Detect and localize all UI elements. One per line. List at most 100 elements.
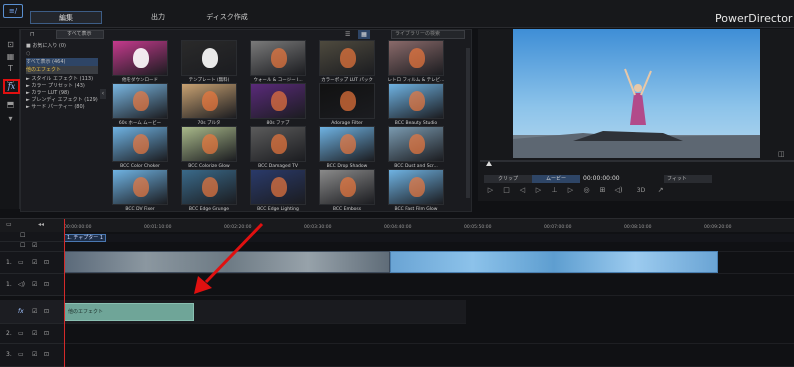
tab-disc-create[interactable]: ディスク作成 xyxy=(203,11,251,24)
effect-item[interactable]: BCC Damaged TV xyxy=(248,126,308,172)
effect-thumbnail xyxy=(319,40,375,76)
chapter-track-header: ☐ xyxy=(0,232,64,242)
import-icon[interactable]: ⊓ xyxy=(30,31,40,38)
effect-item[interactable]: 他をダウンロード xyxy=(110,40,170,86)
track-enable-checkbox[interactable]: ☑ xyxy=(32,330,37,337)
track-lock-icon[interactable]: ⊡ xyxy=(44,330,49,337)
fast-forward-icon[interactable]: ▷ xyxy=(566,186,575,195)
timeline-mode-icon[interactable]: ▭ xyxy=(6,221,26,229)
video-track-3[interactable] xyxy=(64,344,794,367)
effect-item[interactable]: BCC Beauty Studio xyxy=(386,83,446,129)
tab-output[interactable]: 出力 xyxy=(138,11,178,24)
effect-thumbnail xyxy=(112,40,168,76)
media-grid-icon[interactable]: ▦ xyxy=(4,51,17,62)
audio-track-1[interactable] xyxy=(64,274,794,296)
list-view-icon[interactable]: ☰ xyxy=(345,31,353,38)
effect-item[interactable]: レトロ フィルム & テレビ... xyxy=(386,40,446,86)
volume-icon[interactable]: ◁) xyxy=(614,186,623,195)
effect-item[interactable]: BCC Color Choker xyxy=(110,126,170,172)
balloon-icon xyxy=(409,48,425,68)
effect-category-tree: ■ お気に入り (0) ⬡ すべて表示 (464) 他のエフェクト ► スタイル… xyxy=(26,42,98,202)
track-enable-checkbox[interactable]: ☑ xyxy=(32,308,37,315)
effect-item[interactable]: ウォール & コージー I... xyxy=(248,40,308,86)
chapter-track-icon: ☐ xyxy=(20,232,26,239)
fullscreen-icon[interactable]: ⊞ xyxy=(598,186,607,195)
title-room-icon[interactable]: T xyxy=(4,63,17,74)
library-filter-select[interactable]: すべて表示 xyxy=(56,30,104,39)
effect-item[interactable]: BCC Colorize Glow xyxy=(179,126,239,172)
chapter-marker[interactable]: 1. チャプター 1 xyxy=(64,234,106,242)
media-room-icon[interactable]: ⊡ xyxy=(4,39,17,50)
balloon-icon xyxy=(202,134,218,154)
effect-room-icon[interactable]: fx xyxy=(3,79,20,94)
snapshot-icon[interactable]: ◎ xyxy=(582,186,591,195)
tree-item-all[interactable]: すべて表示 (464) xyxy=(26,58,98,66)
effect-item[interactable]: テンプレート (無料) xyxy=(179,40,239,86)
effect-item[interactable]: Adorage Filter xyxy=(317,83,377,129)
effect-item[interactable]: 70s ブルタ xyxy=(179,83,239,129)
preview-timecode[interactable]: 00:00:00:00 xyxy=(583,174,639,183)
library-scrollbar[interactable] xyxy=(466,48,470,198)
track-enable-checkbox[interactable]: ☑ xyxy=(32,259,37,266)
effect-item[interactable]: BCC Fast Film Glow xyxy=(386,169,446,215)
balloon-icon xyxy=(409,177,425,197)
next-frame-icon[interactable]: ▷ xyxy=(534,186,543,195)
track-number: 3. xyxy=(6,351,12,358)
ruler-tick: 00:04:40:00 xyxy=(384,225,412,230)
video-clip-beach[interactable] xyxy=(64,251,390,273)
prev-frame-icon[interactable]: ◁ xyxy=(518,186,527,195)
ruler-tick: 00:03:30:00 xyxy=(304,225,332,230)
track-lock-icon[interactable]: ⊡ xyxy=(44,259,49,266)
timeline-ruler[interactable]: 00:00:00:00 00:01:10:00 00:02:20:00 00:0… xyxy=(64,219,794,233)
grid-view-icon[interactable]: ▦ xyxy=(358,30,370,39)
timeline-playhead[interactable] xyxy=(64,219,65,367)
effect-thumbnail xyxy=(388,40,444,76)
balloon-icon xyxy=(271,177,287,197)
zoom-fit-select[interactable]: フィット xyxy=(664,175,712,183)
transition-room-icon[interactable]: ⬒ xyxy=(4,99,17,110)
effect-item[interactable]: BCC DV Fixer xyxy=(110,169,170,215)
effect-thumbnail xyxy=(181,83,237,119)
undock-icon[interactable]: ↗ xyxy=(656,186,665,195)
play-icon[interactable]: ▷ xyxy=(486,186,495,195)
track-enable-checkbox[interactable]: ☑ xyxy=(32,351,37,358)
collapse-tree-icon[interactable]: ‹ xyxy=(100,89,106,99)
effect-thumbnail xyxy=(112,169,168,205)
video-track-2-header: 2. ▭ ☑ ⊡ xyxy=(0,324,64,344)
preview-seek-bar[interactable] xyxy=(480,160,794,162)
track-enable-checkbox[interactable]: ☑ xyxy=(32,242,37,249)
movie-mode-button[interactable]: ムービー xyxy=(532,175,580,183)
tree-item-third-party[interactable]: ► サード パーティー (80) xyxy=(26,103,98,111)
effect-clip[interactable]: 他のエフェクト xyxy=(64,303,194,321)
mark-in-icon[interactable]: ⊥ xyxy=(550,186,559,195)
library-search-input[interactable]: ライブラリーの検索 xyxy=(391,30,465,39)
tree-item-other-effects[interactable]: 他のエフェクト xyxy=(26,66,98,74)
video-clip-dancer[interactable] xyxy=(390,251,718,273)
clip-mode-button[interactable]: クリップ xyxy=(484,175,532,183)
effect-item[interactable]: BCC Emboss xyxy=(317,169,377,215)
expand-room-icon[interactable]: ▾ xyxy=(4,113,17,124)
video-track-2[interactable] xyxy=(64,324,794,344)
stop-icon[interactable]: □ xyxy=(502,186,511,195)
effect-item[interactable]: 60s ホーム ムービー xyxy=(110,83,170,129)
effect-item[interactable]: BCC Dust and Scr... xyxy=(386,126,446,172)
track-lock-icon[interactable]: ⊡ xyxy=(44,281,49,288)
balloon-icon xyxy=(409,134,425,154)
timeline-fit-icon[interactable]: ◂◂ xyxy=(38,221,58,229)
effect-item[interactable]: 80s ファブ xyxy=(248,83,308,129)
effect-item[interactable]: BCC Drop Shadow xyxy=(317,126,377,172)
tree-item-favorites-icon[interactable]: ⬡ xyxy=(26,50,98,58)
preview-zoom-icon[interactable]: ◫ xyxy=(778,150,786,158)
track-number: 2. xyxy=(6,330,12,337)
threed-toggle[interactable]: 3D xyxy=(634,186,648,195)
tab-edit[interactable]: 編集 xyxy=(30,11,102,24)
track-enable-checkbox[interactable]: ☑ xyxy=(32,281,37,288)
effect-item[interactable]: カラーポップ LUT パック xyxy=(317,40,377,86)
effect-item[interactable]: BCC Edge Lighting xyxy=(248,169,308,215)
effect-item[interactable]: BCC Edge Grunge xyxy=(179,169,239,215)
seek-handle-icon[interactable] xyxy=(486,161,492,166)
track-lock-icon[interactable]: ⊡ xyxy=(44,308,49,315)
tree-item-favorites[interactable]: ■ お気に入り (0) xyxy=(26,42,98,50)
track-lock-icon[interactable]: ⊡ xyxy=(44,351,49,358)
effect-thumbnail xyxy=(388,126,444,162)
